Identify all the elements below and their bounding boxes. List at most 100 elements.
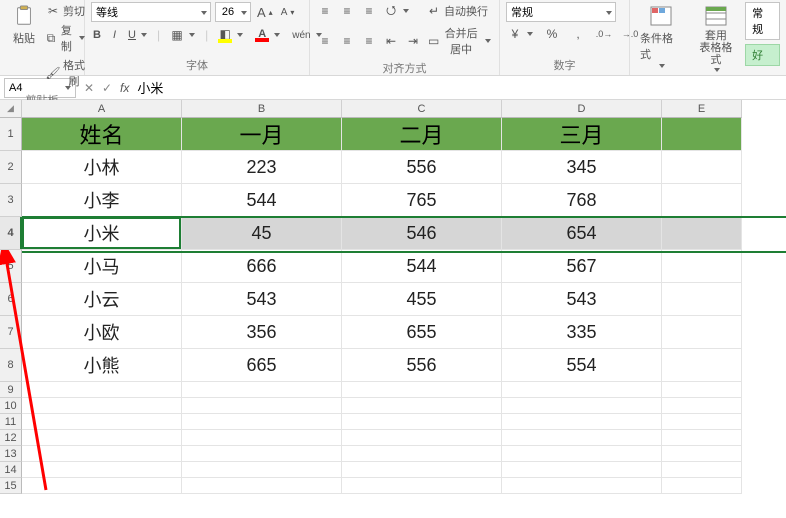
align-center-button[interactable]: ≡ xyxy=(338,33,356,49)
decrease-font-button[interactable]: A▾ xyxy=(279,6,297,19)
table-format-button[interactable]: 套用 表格格式 xyxy=(691,2,742,74)
cell-A5[interactable]: 小马 xyxy=(22,250,182,283)
underline-button[interactable]: U xyxy=(126,28,149,42)
decrease-indent-button[interactable]: ⇤ xyxy=(382,33,400,49)
cell-E7[interactable] xyxy=(662,316,742,349)
col-header-B[interactable]: B xyxy=(182,100,342,118)
cell-E8[interactable] xyxy=(662,349,742,382)
font-size-combo[interactable]: 26 xyxy=(215,2,251,22)
cell-B6[interactable]: 543 xyxy=(182,283,342,316)
row-header-1[interactable]: 1 xyxy=(0,118,22,151)
conditional-format-button[interactable]: 条件格式 xyxy=(636,2,687,74)
cell-A7[interactable]: 小欧 xyxy=(22,316,182,349)
cell-E3[interactable] xyxy=(662,184,742,217)
cell-D8[interactable]: 554 xyxy=(502,349,662,382)
increase-font-button[interactable]: A▴ xyxy=(255,4,275,21)
cell-C3[interactable]: 765 xyxy=(342,184,502,217)
cell-D6[interactable]: 543 xyxy=(502,283,662,316)
cell-C5[interactable]: 544 xyxy=(342,250,502,283)
increase-indent-button[interactable]: ⇥ xyxy=(404,33,422,49)
format-painter-button[interactable]: 🖌格式刷 xyxy=(44,56,87,90)
row-header-4[interactable]: 4 xyxy=(0,217,22,250)
align-middle-button[interactable]: ≡ xyxy=(338,3,356,19)
cell-C8[interactable]: 556 xyxy=(342,349,502,382)
cell-C1[interactable]: 二月 xyxy=(342,118,502,151)
row-header-11[interactable]: 11 xyxy=(0,414,22,430)
cell-B7[interactable]: 356 xyxy=(182,316,342,349)
cell-B4[interactable]: 45 xyxy=(182,217,342,250)
cell-A3[interactable]: 小李 xyxy=(22,184,182,217)
align-bottom-icon: ≡ xyxy=(362,4,376,18)
orientation-button[interactable]: ⭯ xyxy=(382,3,411,19)
row-header-5[interactable]: 5 xyxy=(0,250,22,283)
cell-B5[interactable]: 666 xyxy=(182,250,342,283)
col-header-A[interactable]: A xyxy=(22,100,182,118)
cut-button[interactable]: ✂剪切 xyxy=(44,2,87,20)
paste-button[interactable]: 粘贴 xyxy=(6,2,42,90)
percent-button[interactable]: % xyxy=(543,26,561,42)
cell-D5[interactable]: 567 xyxy=(502,250,662,283)
row-header-7[interactable]: 7 xyxy=(0,316,22,349)
bold-button[interactable]: B xyxy=(91,28,103,42)
row-header-3[interactable]: 3 xyxy=(0,184,22,217)
cell-E4[interactable] xyxy=(662,217,742,250)
cell-D2[interactable]: 345 xyxy=(502,151,662,184)
cell-E2[interactable] xyxy=(662,151,742,184)
col-header-C[interactable]: C xyxy=(342,100,502,118)
table-row: 小熊 665 556 554 xyxy=(22,349,786,382)
formula-input[interactable] xyxy=(133,78,786,98)
accept-formula-button[interactable]: ✓ xyxy=(98,79,116,97)
row-header-8[interactable]: 8 xyxy=(0,349,22,382)
cell-style-normal[interactable]: 常规 xyxy=(745,2,780,40)
cell-A8[interactable]: 小熊 xyxy=(22,349,182,382)
row-header-13[interactable]: 13 xyxy=(0,446,22,462)
borders-button[interactable]: ▦ xyxy=(168,27,197,43)
number-format-combo[interactable]: 常规 xyxy=(506,2,616,22)
merge-center-button[interactable]: ▭合并后居中 xyxy=(426,24,493,58)
font-name-combo[interactable]: 等线 xyxy=(91,2,211,22)
increase-decimal-button[interactable]: .0→ xyxy=(595,26,613,42)
font-color-button[interactable]: A xyxy=(253,27,282,43)
conditional-format-icon xyxy=(647,4,675,28)
cell-A6[interactable]: 小云 xyxy=(22,283,182,316)
row-header-10[interactable]: 10 xyxy=(0,398,22,414)
align-left-button[interactable]: ≡ xyxy=(316,33,334,49)
italic-button[interactable]: I xyxy=(111,28,118,42)
cell-A1[interactable]: 姓名 xyxy=(22,118,182,151)
fill-color-button[interactable]: ◧ xyxy=(216,26,245,44)
cell-D1[interactable]: 三月 xyxy=(502,118,662,151)
cell-B2[interactable]: 223 xyxy=(182,151,342,184)
cell-B8[interactable]: 665 xyxy=(182,349,342,382)
align-right-button[interactable]: ≡ xyxy=(360,33,378,49)
row-header-2[interactable]: 2 xyxy=(0,151,22,184)
cell-C7[interactable]: 655 xyxy=(342,316,502,349)
cell-E1[interactable] xyxy=(662,118,742,151)
cell-D7[interactable]: 335 xyxy=(502,316,662,349)
select-all-corner[interactable]: ◢ xyxy=(0,100,22,118)
accounting-format-button[interactable]: ¥ xyxy=(506,26,535,42)
cell-A4[interactable]: 小米 xyxy=(22,217,182,250)
cell-C4[interactable]: 546 xyxy=(342,217,502,250)
cell-C6[interactable]: 455 xyxy=(342,283,502,316)
row-header-14[interactable]: 14 xyxy=(0,462,22,478)
cell-E5[interactable] xyxy=(662,250,742,283)
cell-B1[interactable]: 一月 xyxy=(182,118,342,151)
cell-D4[interactable]: 654 xyxy=(502,217,662,250)
align-bottom-button[interactable]: ≡ xyxy=(360,3,378,19)
comma-button[interactable]: , xyxy=(569,26,587,42)
row-header-12[interactable]: 12 xyxy=(0,430,22,446)
row-header-9[interactable]: 9 xyxy=(0,382,22,398)
cell-E6[interactable] xyxy=(662,283,742,316)
cell-B3[interactable]: 544 xyxy=(182,184,342,217)
col-header-D[interactable]: D xyxy=(502,100,662,118)
align-top-button[interactable]: ≡ xyxy=(316,3,334,19)
row-header-6[interactable]: 6 xyxy=(0,283,22,316)
copy-button[interactable]: ⧉复制 xyxy=(44,21,87,55)
cell-A2[interactable]: 小林 xyxy=(22,151,182,184)
cell-C2[interactable]: 556 xyxy=(342,151,502,184)
cell-style-good[interactable]: 好 xyxy=(745,44,780,66)
wrap-text-button[interactable]: ↵自动换行 xyxy=(425,2,490,20)
col-header-E[interactable]: E xyxy=(662,100,742,118)
row-header-15[interactable]: 15 xyxy=(0,478,22,494)
cell-D3[interactable]: 768 xyxy=(502,184,662,217)
